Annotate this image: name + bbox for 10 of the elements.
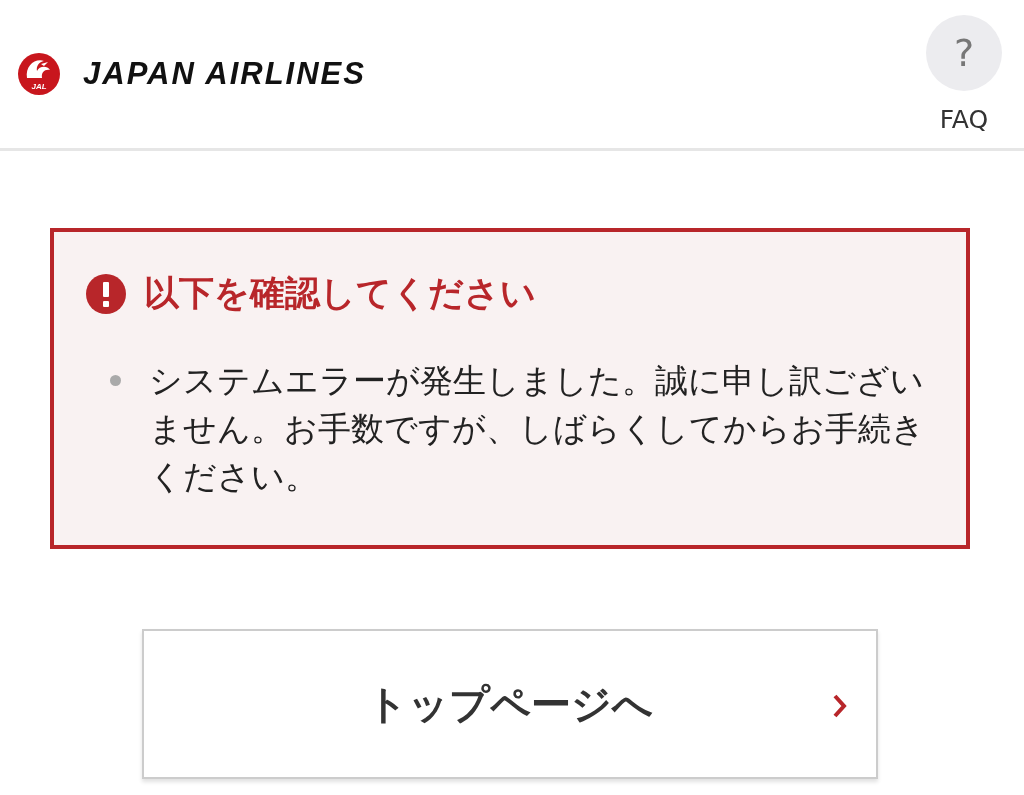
alert-title: 以下を確認してください [144, 272, 536, 315]
error-message: システムエラーが発生しました。誠に申し訳ございません。お手数ですが、しばらくしてからお手続きください。 [149, 360, 926, 498]
help-icon: ? [926, 15, 1002, 91]
crane-logo-icon: JAL [17, 52, 61, 96]
top-page-button[interactable]: トップページへ [142, 629, 878, 779]
faq-link[interactable]: ? FAQ [926, 15, 1002, 134]
chevron-right-icon [832, 693, 848, 719]
warning-icon [86, 273, 126, 314]
bullet-icon [110, 375, 121, 386]
logo-wordmark[interactable]: JAPAN AIRLINES [83, 56, 366, 92]
